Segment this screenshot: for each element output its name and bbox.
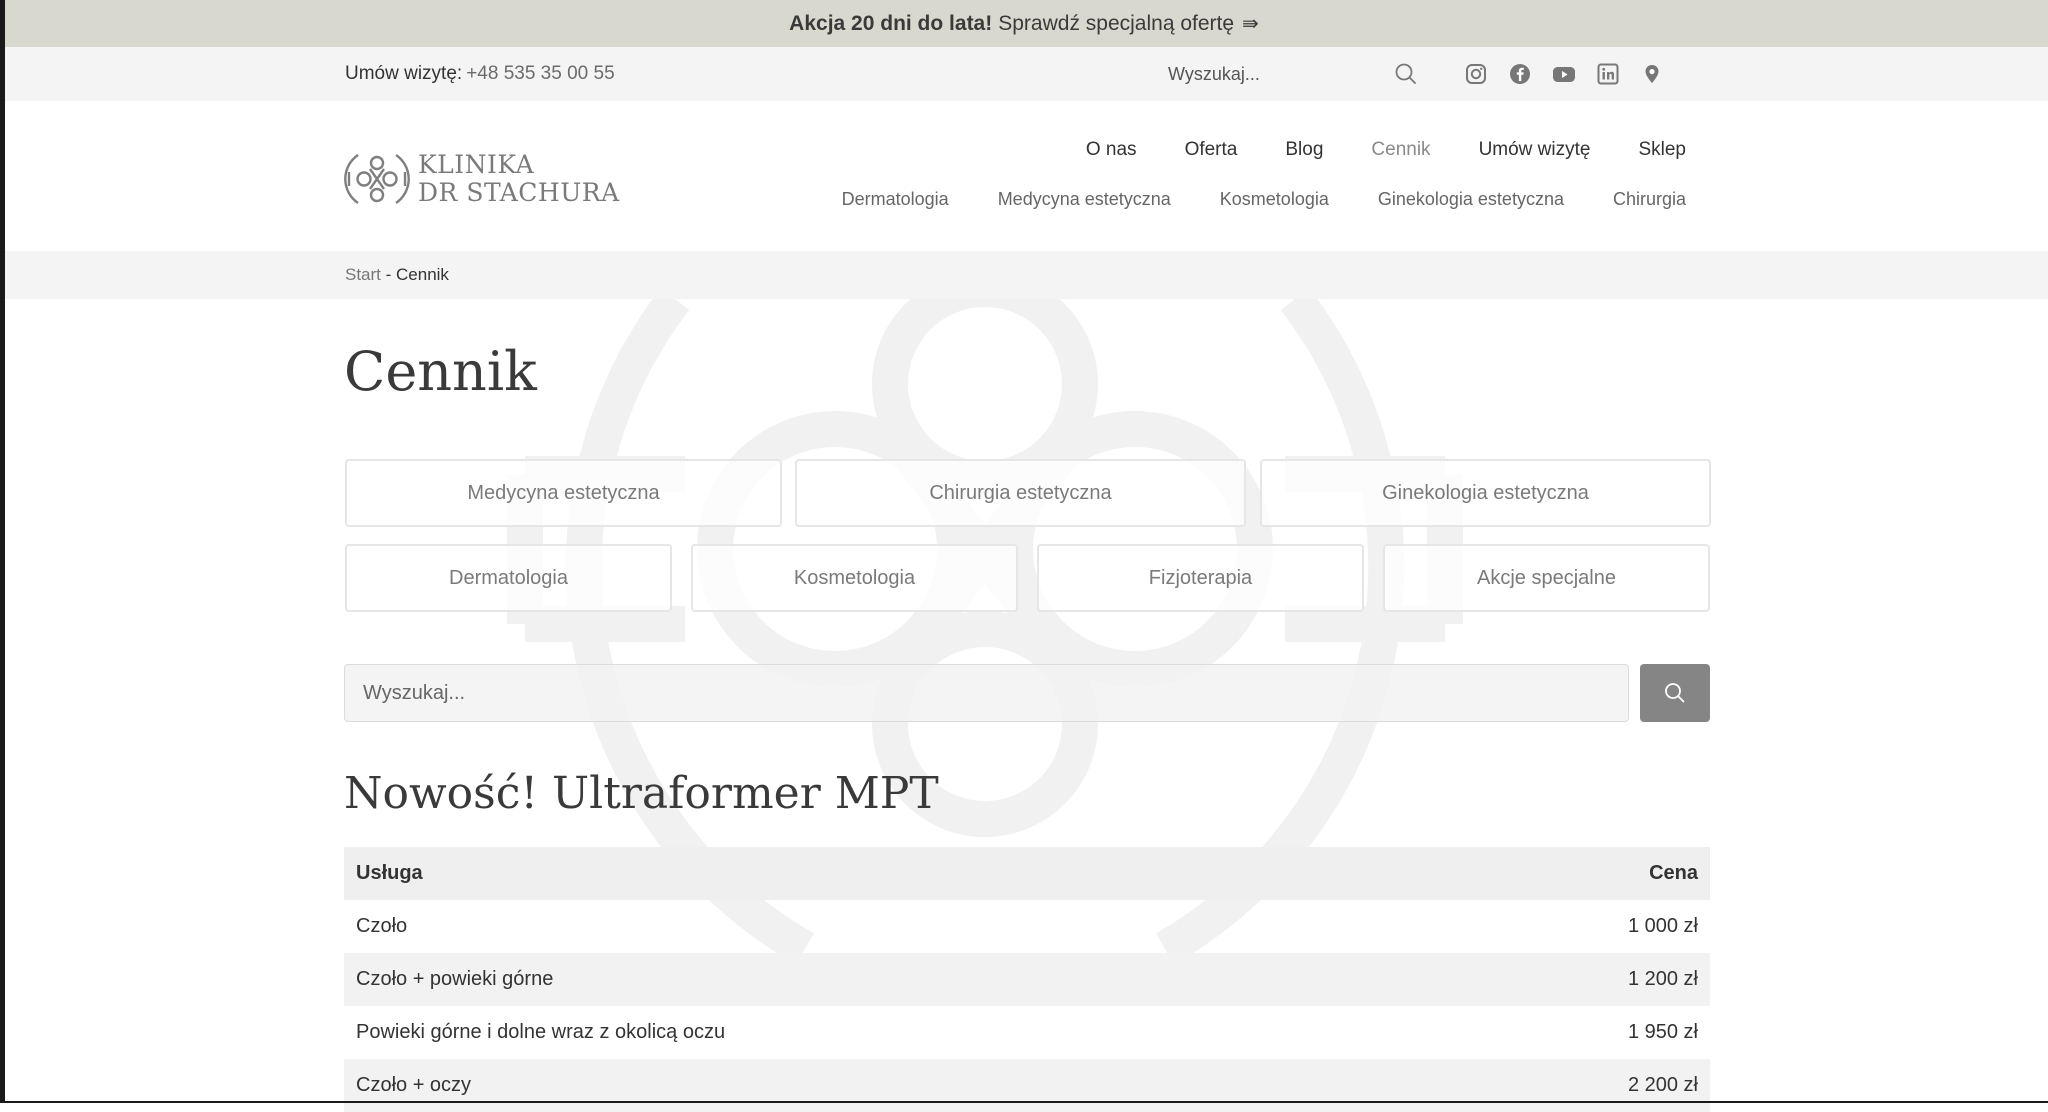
logo-line-1: KLINIKA [418, 150, 535, 179]
phone-label: Umów wizytę: [345, 63, 463, 84]
nav-umow-wizyte[interactable]: Umów wizytę [1479, 139, 1591, 161]
subnav-ginekologia-estetyczna[interactable]: Ginekologia estetyczna [1378, 189, 1564, 210]
service-price: 2 200 zł [1446, 1059, 1710, 1112]
service-name: Czoło [356, 915, 408, 937]
breadcrumb-separator: - [380, 265, 397, 284]
logo-line-2: DR STACHURA [418, 178, 620, 207]
category-ginekologia-estetyczna[interactable]: Ginekologia estetyczna [1260, 459, 1711, 527]
service-price: 1 000 zł [1627, 915, 1698, 937]
service-name: Czoło + oczy [344, 1059, 1447, 1112]
service-price: 1 200 zł [1446, 953, 1710, 1006]
logo-text: KLINIKA DR STACHURA [418, 151, 620, 207]
category-akcje-specjalne[interactable]: Akcje specjalne [1383, 544, 1710, 612]
breadcrumb-current: Cennik [396, 265, 449, 284]
arrow-right-icon: ⇛ [1242, 13, 1259, 35]
search-icon[interactable] [1392, 60, 1420, 88]
header-service: Usługa [344, 847, 1447, 900]
service-price: 1 950 zł [1627, 1021, 1698, 1043]
table-row: Czoło + powieki górne 1 200 zł [344, 953, 1710, 1006]
section-title: Nowość! Ultraformer MPT [344, 768, 939, 819]
table-header-row: Usługa Cena [344, 847, 1710, 900]
category-fizjoterapia[interactable]: Fizjoterapia [1037, 544, 1364, 612]
sub-nav: Dermatologia Medycyna estetyczna Kosmeto… [842, 189, 1686, 210]
service-name: Powieki górne i dolne wraz z okolicą ocz… [356, 1021, 726, 1043]
table-row: Powieki górne i dolne wraz z okolicą ocz… [344, 1006, 1710, 1059]
promo-banner[interactable]: Akcja 20 dni do lata! Sprawdź specjalną … [0, 0, 2048, 47]
top-utility-bar: Umów wizytę: +48 535 35 00 55 [0, 47, 2048, 101]
breadcrumb-home[interactable]: Start [345, 265, 381, 284]
search-icon [1665, 683, 1685, 703]
social-links [1462, 60, 1666, 88]
main-nav: O nas Oferta Blog Cennik Umów wizytę Skl… [1086, 139, 1686, 161]
youtube-icon[interactable] [1550, 60, 1578, 88]
subnav-dermatologia[interactable]: Dermatologia [842, 189, 949, 210]
phone-contact[interactable]: Umów wizytę: +48 535 35 00 55 [345, 47, 615, 101]
price-table: Usługa Cena Czoło 1 000 zł Czoło + powie… [344, 847, 1710, 1112]
category-medycyna-estetyczna[interactable]: Medycyna estetyczna [345, 459, 782, 527]
nav-cennik[interactable]: Cennik [1371, 139, 1430, 161]
subnav-chirurgia[interactable]: Chirurgia [1613, 189, 1686, 210]
category-dermatologia[interactable]: Dermatologia [345, 544, 672, 612]
nav-oferta[interactable]: Oferta [1185, 139, 1238, 161]
nav-sklep[interactable]: Sklep [1638, 139, 1686, 161]
subnav-medycyna-estetyczna[interactable]: Medycyna estetyczna [998, 189, 1171, 210]
table-row: Czoło 1 000 zł [344, 900, 1710, 953]
category-chirurgia-estetyczna[interactable]: Chirurgia estetyczna [795, 459, 1246, 527]
nav-blog[interactable]: Blog [1285, 139, 1323, 161]
instagram-icon[interactable] [1462, 60, 1490, 88]
page-title: Cennik [344, 340, 537, 403]
breadcrumb: Start - Cennik [345, 251, 449, 299]
promo-text[interactable]: Sprawdź specjalną ofertę [998, 12, 1234, 36]
nav-o-nas[interactable]: O nas [1086, 139, 1137, 161]
promo-bold: Akcja 20 dni do lata! [789, 11, 993, 35]
header-search-input[interactable] [1160, 59, 1406, 89]
breadcrumb-bar: Start - Cennik [0, 251, 2048, 299]
service-name: Czoło + powieki górne [344, 953, 1447, 1006]
map-pin-icon[interactable] [1638, 60, 1666, 88]
header-price: Cena [1446, 847, 1710, 900]
window-edge [0, 0, 5, 1103]
price-search-button[interactable] [1640, 664, 1710, 722]
linkedin-icon[interactable] [1594, 60, 1622, 88]
category-kosmetologia[interactable]: Kosmetologia [691, 544, 1018, 612]
phone-number[interactable]: +48 535 35 00 55 [466, 63, 614, 84]
subnav-kosmetologia[interactable]: Kosmetologia [1220, 189, 1329, 210]
logo-emblem-icon [344, 154, 410, 204]
table-row: Czoło + oczy 2 200 zł [344, 1059, 1710, 1112]
facebook-icon[interactable] [1506, 60, 1534, 88]
site-header: KLINIKA DR STACHURA O nas Oferta Blog Ce… [0, 101, 2048, 251]
site-logo[interactable]: KLINIKA DR STACHURA [344, 146, 620, 212]
price-search-input[interactable] [344, 664, 1629, 722]
